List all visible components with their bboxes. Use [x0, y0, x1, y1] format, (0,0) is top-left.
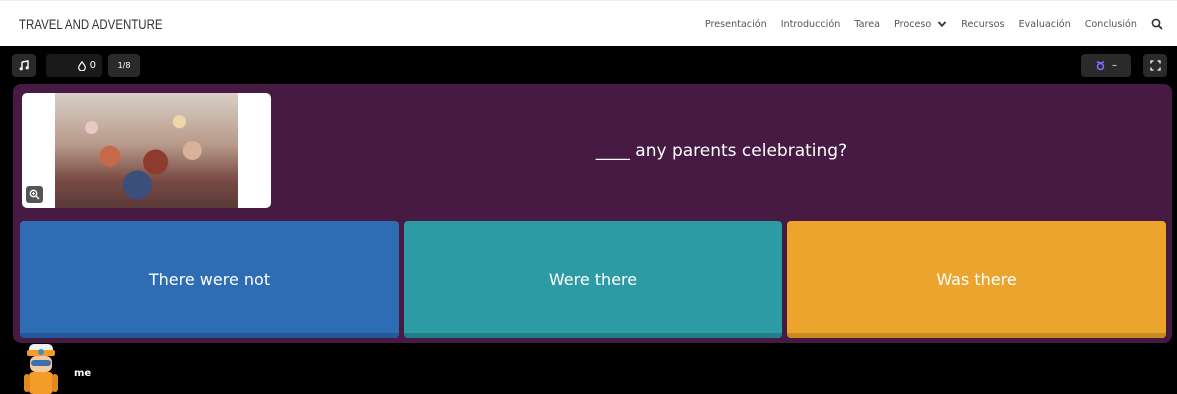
question-progress: 1/8 — [108, 54, 140, 77]
nav-presentacion[interactable]: Presentación — [705, 19, 767, 30]
player-card: me — [14, 336, 114, 394]
nav-conclusion[interactable]: Conclusión — [1085, 19, 1137, 30]
drop-icon — [77, 60, 86, 71]
fullscreen-icon — [1149, 60, 1161, 71]
site-title[interactable]: TRAVEL AND ADVENTURE — [19, 16, 163, 32]
powerup-icon — [1096, 60, 1105, 71]
site-header: TRAVEL AND ADVENTURE Presentación Introd… — [0, 0, 1177, 46]
powerup-button[interactable]: – — [1081, 54, 1131, 77]
main-nav: Presentación Introducción Tarea Proceso … — [691, 1, 1163, 47]
zoom-icon[interactable] — [26, 186, 43, 203]
answer-label-2: Were there — [548, 270, 638, 289]
music-icon — [19, 60, 29, 71]
quiz-game: 0 1/8 – ____ any parents celebrating? Th… — [0, 46, 1177, 394]
nav-proceso-label: Proceso — [893, 18, 932, 30]
answer-label-3: Was there — [936, 270, 1017, 289]
powerup-value: – — [1112, 60, 1117, 71]
nav-tarea[interactable]: Tarea — [854, 19, 880, 30]
question-image[interactable] — [22, 93, 271, 208]
answer-option-1[interactable]: There were not — [20, 221, 399, 338]
answer-shade — [404, 333, 782, 338]
music-button[interactable] — [12, 54, 36, 77]
player-name: me — [74, 368, 92, 379]
fullscreen-button[interactable] — [1143, 54, 1167, 77]
avatar — [24, 344, 58, 394]
nav-proceso[interactable]: Proceso — [894, 19, 947, 30]
answer-shade — [787, 333, 1166, 338]
search-icon[interactable] — [1151, 18, 1163, 30]
nav-recursos[interactable]: Recursos — [961, 19, 1004, 30]
answer-label-1: There were not — [148, 270, 271, 289]
celebration-photo — [55, 93, 238, 208]
chevron-down-icon — [938, 21, 947, 28]
score-counter: 0 — [46, 54, 102, 77]
nav-evaluacion[interactable]: Evaluación — [1019, 19, 1071, 30]
question-text: ____ any parents celebrating? — [595, 141, 848, 161]
score-value: 0 — [89, 60, 96, 71]
nav-introduccion[interactable]: Introducción — [781, 19, 841, 30]
answer-option-3[interactable]: Was there — [787, 221, 1166, 338]
answer-option-2[interactable]: Were there — [404, 221, 782, 338]
question-panel: ____ any parents celebrating? There were… — [13, 84, 1172, 343]
